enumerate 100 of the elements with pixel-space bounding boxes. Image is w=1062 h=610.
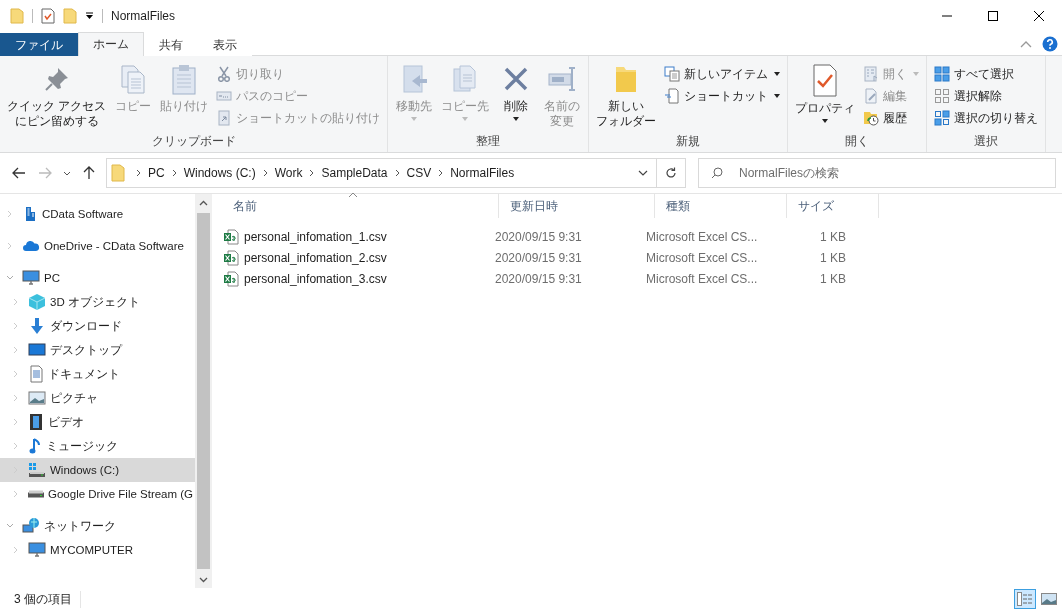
chevron-right-icon[interactable]: [309, 169, 315, 177]
file-name[interactable]: personal_infomation_2.csv: [222, 249, 488, 266]
chevron-icon[interactable]: [6, 210, 14, 218]
cloud-icon: [22, 238, 40, 254]
monitor-icon: [22, 270, 40, 286]
invert-selection-icon: [934, 110, 951, 126]
folder-icon: [111, 164, 125, 182]
address-bar[interactable]: PC Windows (C:) Work SampleData CSV NormalFiles: [106, 158, 686, 188]
help-icon[interactable]: [1042, 35, 1058, 52]
search-field[interactable]: NormalFilesの検索: [698, 158, 1056, 188]
breadcrumb-item[interactable]: NormalFiles: [450, 166, 515, 180]
chevron-icon[interactable]: [12, 394, 20, 402]
music-note-icon: [28, 437, 42, 455]
shortcut-icon: [216, 110, 233, 126]
column-header[interactable]: 種類: [655, 194, 787, 218]
ribbon-button[interactable]: 新しいアイテム: [661, 63, 784, 85]
nav-item[interactable]: デスクトップ: [0, 338, 195, 362]
folder-icon[interactable]: [63, 8, 77, 24]
ribbon-button[interactable]: 新しい フォルダー: [593, 59, 660, 132]
ribbon-button[interactable]: 履歴: [860, 107, 923, 129]
nav-item[interactable]: ピクチャ: [0, 386, 195, 410]
column-header[interactable]: 更新日時: [499, 194, 655, 218]
chevron-right-icon[interactable]: [438, 169, 444, 177]
chevron-right-icon[interactable]: [262, 169, 268, 177]
group-label: クリップボード: [150, 133, 237, 150]
select-none-icon: [934, 88, 951, 104]
spreadsheet-file-icon: [223, 270, 239, 287]
nav-item[interactable]: ミュージック: [0, 434, 195, 458]
ribbon-button[interactable]: クイック アクセス にピン留めする: [4, 59, 110, 132]
breadcrumb-item[interactable]: SampleData: [321, 166, 388, 180]
down-arrow-icon: [28, 317, 46, 335]
chevron-icon[interactable]: [12, 442, 20, 450]
table-cell-text: Microsoft Excel CS...: [645, 250, 759, 265]
film-icon: [28, 413, 44, 431]
chevron-right-icon[interactable]: [136, 169, 141, 177]
ribbon-button[interactable]: 選択の切り替え: [931, 107, 1042, 129]
nav-item[interactable]: 3D オブジェクト: [0, 290, 195, 314]
chevron-icon[interactable]: [6, 274, 14, 282]
scissors-icon: [216, 66, 233, 82]
chevron-icon[interactable]: [12, 490, 20, 498]
nav-item[interactable]: Windows (C:): [0, 458, 195, 482]
item-count: 3 個の項目: [14, 590, 81, 608]
search-icon: [711, 167, 723, 179]
close-icon: [1034, 11, 1044, 21]
maximize-icon: [988, 11, 998, 21]
ribbon-button[interactable]: 選択解除: [931, 85, 1042, 107]
chevron-icon[interactable]: [12, 546, 20, 554]
nav-item[interactable]: Google Drive File Stream (G: [0, 482, 195, 506]
group-label: 新規: [675, 133, 702, 150]
file-tab[interactable]: ファイル: [0, 33, 78, 56]
ribbon-button[interactable]: プロパティ: [792, 59, 859, 132]
desktop-icon: [28, 342, 46, 358]
document-icon: [28, 365, 44, 383]
cube-icon: [28, 293, 46, 311]
nav-item[interactable]: PC: [0, 266, 195, 290]
group-label: 選択: [973, 133, 1000, 150]
breadcrumb-item[interactable]: Work: [274, 166, 303, 180]
chevron-right-icon[interactable]: [171, 169, 177, 177]
breadcrumb-item[interactable]: Windows (C:): [183, 166, 256, 180]
scrollbar-thumb[interactable]: [197, 213, 210, 569]
path-icon: [216, 88, 233, 104]
details-view-button[interactable]: [1014, 589, 1036, 609]
group-label: 整理: [475, 133, 502, 150]
table-cell-text: Microsoft Excel CS...: [645, 229, 759, 244]
chevron-icon[interactable]: [6, 522, 14, 530]
chevron-icon[interactable]: [12, 418, 20, 426]
breadcrumb-item[interactable]: PC: [148, 166, 165, 180]
nav-item[interactable]: OneDrive - CData Software: [0, 234, 195, 258]
nav-item[interactable]: CData Software: [0, 202, 195, 226]
chevron-icon[interactable]: [12, 322, 20, 330]
chevron-icon[interactable]: [12, 346, 20, 354]
collapse-ribbon-icon[interactable]: [1020, 39, 1032, 48]
ribbon-button[interactable]: 削除: [494, 59, 539, 132]
nav-item[interactable]: ネットワーク: [0, 514, 195, 538]
table-cell-text: 2020/09/15 9:31: [494, 250, 583, 265]
ribbon-button[interactable]: すべて選択: [931, 63, 1042, 85]
scrollbar[interactable]: [195, 194, 212, 588]
chevron-icon[interactable]: [6, 242, 14, 250]
chevron-right-icon[interactable]: [394, 169, 400, 177]
file-name[interactable]: personal_infomation_3.csv: [222, 270, 488, 287]
breadcrumb-item[interactable]: CSV: [406, 166, 432, 180]
ribbon-tab[interactable]: ホーム: [78, 32, 144, 56]
column-header[interactable]: 名前: [222, 194, 499, 218]
nav-item[interactable]: ドキュメント: [0, 362, 195, 386]
table-cell-text: 2020/09/15 9:31: [494, 271, 583, 286]
column-header[interactable]: サイズ: [787, 194, 879, 218]
window-title: NormalFiles: [111, 9, 175, 23]
chevron-icon[interactable]: [12, 298, 20, 306]
dropdown-icon[interactable]: [85, 12, 94, 20]
picture-icon: [28, 390, 46, 406]
file-name[interactable]: personal_infomation_1.csv: [222, 228, 488, 245]
ribbon-button[interactable]: ショートカット: [661, 85, 784, 107]
network-icon: [22, 517, 40, 535]
nav-item[interactable]: MYCOMPUTER: [0, 538, 195, 562]
table-cell-text: 1 KB: [819, 250, 847, 265]
folder-icon[interactable]: [10, 8, 24, 24]
properties-icon[interactable]: [41, 8, 55, 24]
chevron-icon[interactable]: [12, 370, 20, 378]
nav-item[interactable]: ビデオ: [0, 410, 195, 434]
nav-item[interactable]: ダウンロード: [0, 314, 195, 338]
